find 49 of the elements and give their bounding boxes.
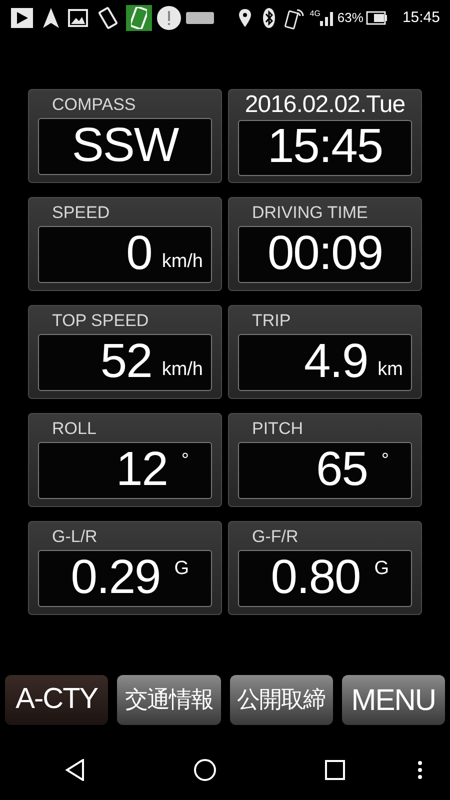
unit-label: km/h (162, 250, 203, 274)
nav-button[interactable]: 交通情報 (117, 675, 220, 725)
battery-percent: 63% (337, 9, 364, 28)
card-label: PITCH (251, 418, 304, 440)
nav-button[interactable]: 公開取締 (230, 675, 333, 725)
card-label: COMPASS (51, 94, 137, 116)
location-pin-icon (238, 8, 252, 28)
screen-rotation-icon (96, 6, 120, 30)
nav-button[interactable]: A-CTY (5, 675, 108, 725)
card-label: G-L/R (51, 526, 98, 548)
metric-value: 00:09 (267, 228, 383, 280)
unit-label: G (374, 557, 389, 581)
metric-value: 65 (316, 444, 368, 496)
back-icon[interactable] (65, 759, 85, 781)
image-icon (68, 9, 88, 27)
phone-app-icon (126, 5, 152, 31)
metric-value: 0.29 (70, 552, 160, 604)
signal-icon (320, 10, 334, 26)
home-icon[interactable] (193, 758, 217, 782)
unit-label: km (378, 358, 403, 382)
battery-icon (366, 11, 388, 25)
unit-label: G (174, 557, 189, 581)
metric-value: 0.80 (270, 552, 360, 604)
unit-label: km/h (162, 358, 203, 382)
progress-icon (186, 12, 214, 24)
recents-icon[interactable] (325, 760, 345, 780)
metric-value: 4.9 (304, 336, 368, 388)
bluetooth-icon (262, 7, 276, 29)
navigation-arrow-icon (42, 7, 60, 29)
unit-label: ° (381, 449, 389, 473)
clock: 15:45 (402, 8, 440, 28)
date-label: 2016.02.02.Tue (244, 92, 406, 118)
card-label: ROLL (51, 418, 98, 440)
alert-icon (156, 5, 182, 31)
more-options-icon[interactable] (417, 760, 423, 780)
card-label: TOP SPEED (51, 310, 150, 332)
metric-value: SSW (72, 120, 178, 172)
card-label: SPEED (51, 202, 111, 224)
metric-value: 52 (100, 336, 152, 388)
card-label: TRIP (251, 310, 292, 332)
metric-value: 15:45 (267, 121, 383, 173)
metric-value: 12 (116, 444, 168, 496)
network-type: 4G (310, 8, 320, 20)
metric-value: 0 (126, 228, 152, 280)
card-label: DRIVING TIME (251, 202, 369, 224)
nav-button[interactable]: MENU (342, 675, 445, 725)
unit-label: ° (181, 449, 189, 473)
play-store-icon (10, 7, 34, 29)
card-label: G-F/R (251, 526, 300, 548)
